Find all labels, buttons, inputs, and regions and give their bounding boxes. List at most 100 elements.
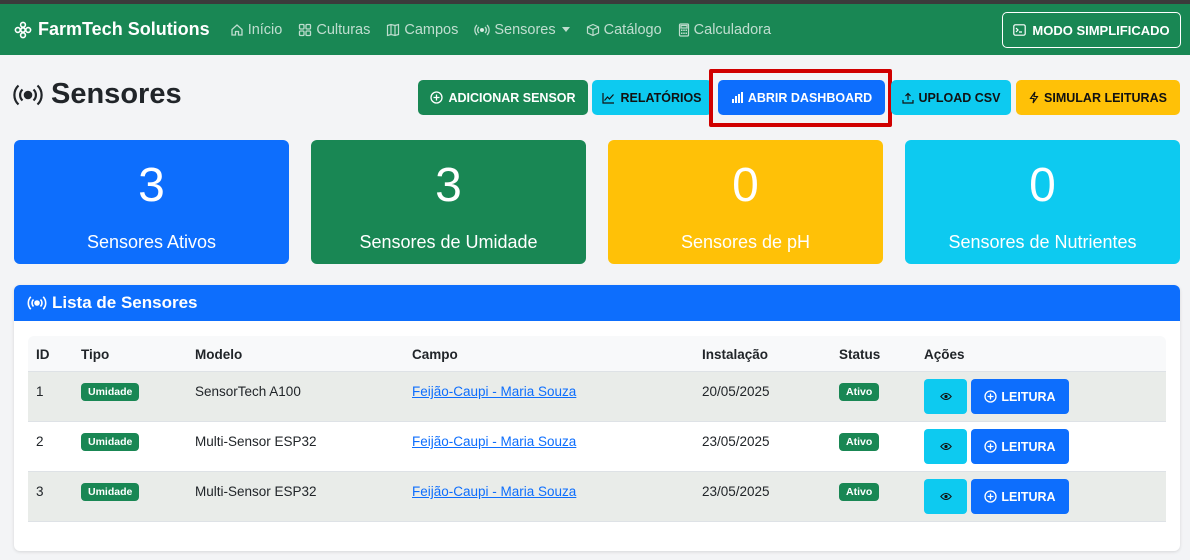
type-badge-text: Umidade	[81, 483, 140, 501]
stat-value: 0	[732, 159, 759, 212]
type-badge-text: Umidade	[81, 383, 140, 401]
stat-label: Sensores de Umidade	[359, 232, 538, 252]
column-header-tipo[interactable]: Tipo	[81, 347, 109, 362]
cell-modelo: Multi-Sensor ESP32	[195, 484, 317, 499]
cell-instalacao: 20/05/2025	[702, 384, 770, 399]
table-row: 2 Umidade Multi-Sensor ESP32 Feijão-Caup…	[28, 422, 1166, 472]
plus-circle-icon	[984, 440, 998, 453]
highlight-box	[709, 69, 892, 127]
add-sensor-label: ADICIONAR SENSOR	[448, 90, 576, 105]
nav-catalogo-label: Catálogo	[603, 21, 662, 38]
navbar: FarmTech Solutions Início Culturas Campo…	[0, 4, 1190, 55]
nav-sensores-label: Sensores	[494, 21, 556, 38]
status-badge-text: Ativo	[839, 383, 880, 401]
column-header-modelo[interactable]: Modelo	[195, 347, 242, 362]
reports-label: RELATÓRIOS	[620, 90, 702, 105]
type-badge: Umidade	[81, 433, 140, 451]
sensor-list-header: Lista de Sensores	[14, 285, 1180, 321]
upload-icon	[901, 92, 914, 104]
type-badge-text: Umidade	[81, 433, 140, 451]
line-chart-icon	[602, 92, 615, 104]
nav-inicio-label: Início	[247, 21, 283, 38]
table-header: ID Tipo Modelo Campo Instalação Status A…	[28, 336, 1166, 372]
box-icon	[586, 23, 599, 36]
simulate-readings-label: SIMULAR LEITURAS	[1044, 90, 1167, 105]
column-header-instalacao[interactable]: Instalação	[702, 347, 768, 362]
nav-culturas-label: Culturas	[316, 21, 371, 38]
stat-value: 0	[1029, 159, 1056, 212]
eye-icon	[939, 393, 952, 400]
page-title: Sensores	[13, 78, 182, 111]
field-link[interactable]: Feijão-Caupi - Maria Souza	[412, 434, 576, 449]
sensor-list-title: Lista de Sensores	[52, 293, 198, 312]
nav-sensores[interactable]: Sensores	[474, 21, 570, 38]
type-badge: Umidade	[81, 483, 140, 501]
terminal-icon	[1013, 24, 1027, 36]
cell-instalacao: 23/05/2025	[702, 434, 770, 449]
map-icon	[387, 23, 400, 36]
nav-campos[interactable]: Campos	[386, 22, 458, 38]
column-header-id[interactable]: ID	[36, 347, 50, 362]
field-link[interactable]: Feijão-Caupi - Maria Souza	[412, 484, 576, 499]
reports-button[interactable]: RELATÓRIOS	[592, 80, 712, 115]
simplified-mode-label: MODO SIMPLIFICADO	[1032, 22, 1170, 38]
column-header-acoes: Ações	[924, 347, 965, 362]
view-button[interactable]	[924, 429, 967, 464]
cell-modelo: Multi-Sensor ESP32	[195, 434, 317, 449]
sensor-list-panel: Lista de Sensores ID Tipo Modelo Campo I…	[14, 285, 1180, 551]
stat-card-ph: 0 Sensores de pH	[608, 140, 883, 264]
add-sensor-button[interactable]: ADICIONAR SENSOR	[418, 80, 588, 115]
brand[interactable]: FarmTech Solutions	[14, 19, 210, 40]
plus-circle-icon	[984, 490, 998, 503]
flower-icon	[14, 21, 32, 38]
broadcast-icon	[27, 296, 47, 310]
nav-culturas[interactable]: Culturas	[298, 22, 370, 38]
field-link[interactable]: Feijão-Caupi - Maria Souza	[412, 384, 576, 399]
status-badge-text: Ativo	[839, 433, 880, 451]
nav-campos-label: Campos	[404, 21, 459, 38]
reading-button[interactable]: LEITURA	[971, 379, 1069, 414]
reading-button[interactable]: LEITURA	[971, 479, 1069, 514]
view-button[interactable]	[924, 379, 967, 414]
chevron-down-icon	[561, 27, 570, 32]
status-badge-text: Ativo	[839, 483, 880, 501]
stat-card-active: 3 Sensores Ativos	[14, 140, 289, 264]
view-button[interactable]	[924, 479, 967, 514]
type-badge: Umidade	[81, 383, 140, 401]
plus-circle-icon	[984, 390, 998, 403]
stat-label: Sensores de Nutrientes	[948, 232, 1137, 252]
broadcast-icon	[13, 84, 43, 105]
stat-label: Sensores de pH	[680, 232, 811, 252]
nav-calculadora[interactable]: Calculadora	[678, 22, 771, 38]
stat-card-nutrients: 0 Sensores de Nutrientes	[905, 140, 1180, 264]
reading-button-label: LEITURA	[1001, 389, 1056, 404]
page-title-text: Sensores	[51, 78, 182, 110]
column-header-status[interactable]: Status	[839, 347, 880, 362]
calculator-icon	[678, 22, 689, 37]
cell-modelo: SensorTech A100	[195, 384, 301, 399]
reading-button[interactable]: LEITURA	[971, 429, 1069, 464]
nav-catalogo[interactable]: Catálogo	[586, 22, 662, 38]
cell-instalacao: 23/05/2025	[702, 484, 770, 499]
nav-inicio[interactable]: Início	[230, 21, 283, 38]
plus-circle-icon	[430, 91, 444, 104]
cell-id: 1	[36, 384, 44, 399]
sensor-table: ID Tipo Modelo Campo Instalação Status A…	[28, 336, 1166, 522]
simplified-mode-button[interactable]: MODO SIMPLIFICADO	[1002, 12, 1181, 48]
house-icon	[231, 23, 243, 36]
status-badge: Ativo	[839, 483, 880, 501]
reading-button-label: LEITURA	[1001, 489, 1056, 504]
cell-id: 2	[36, 434, 44, 449]
simulate-readings-button[interactable]: SIMULAR LEITURAS	[1016, 80, 1180, 115]
nav-calculadora-label: Calculadora	[693, 21, 772, 38]
grid-icon	[299, 23, 312, 36]
upload-csv-label: UPLOAD CSV	[918, 90, 1001, 105]
status-badge: Ativo	[839, 433, 880, 451]
brand-name: FarmTech Solutions	[38, 19, 210, 39]
table-row: 3 Umidade Multi-Sensor ESP32 Feijão-Caup…	[28, 472, 1166, 522]
broadcast-icon	[474, 24, 491, 35]
cell-id: 3	[36, 484, 44, 499]
upload-csv-button[interactable]: UPLOAD CSV	[891, 80, 1011, 115]
eye-icon	[939, 443, 952, 450]
column-header-campo[interactable]: Campo	[412, 347, 458, 362]
